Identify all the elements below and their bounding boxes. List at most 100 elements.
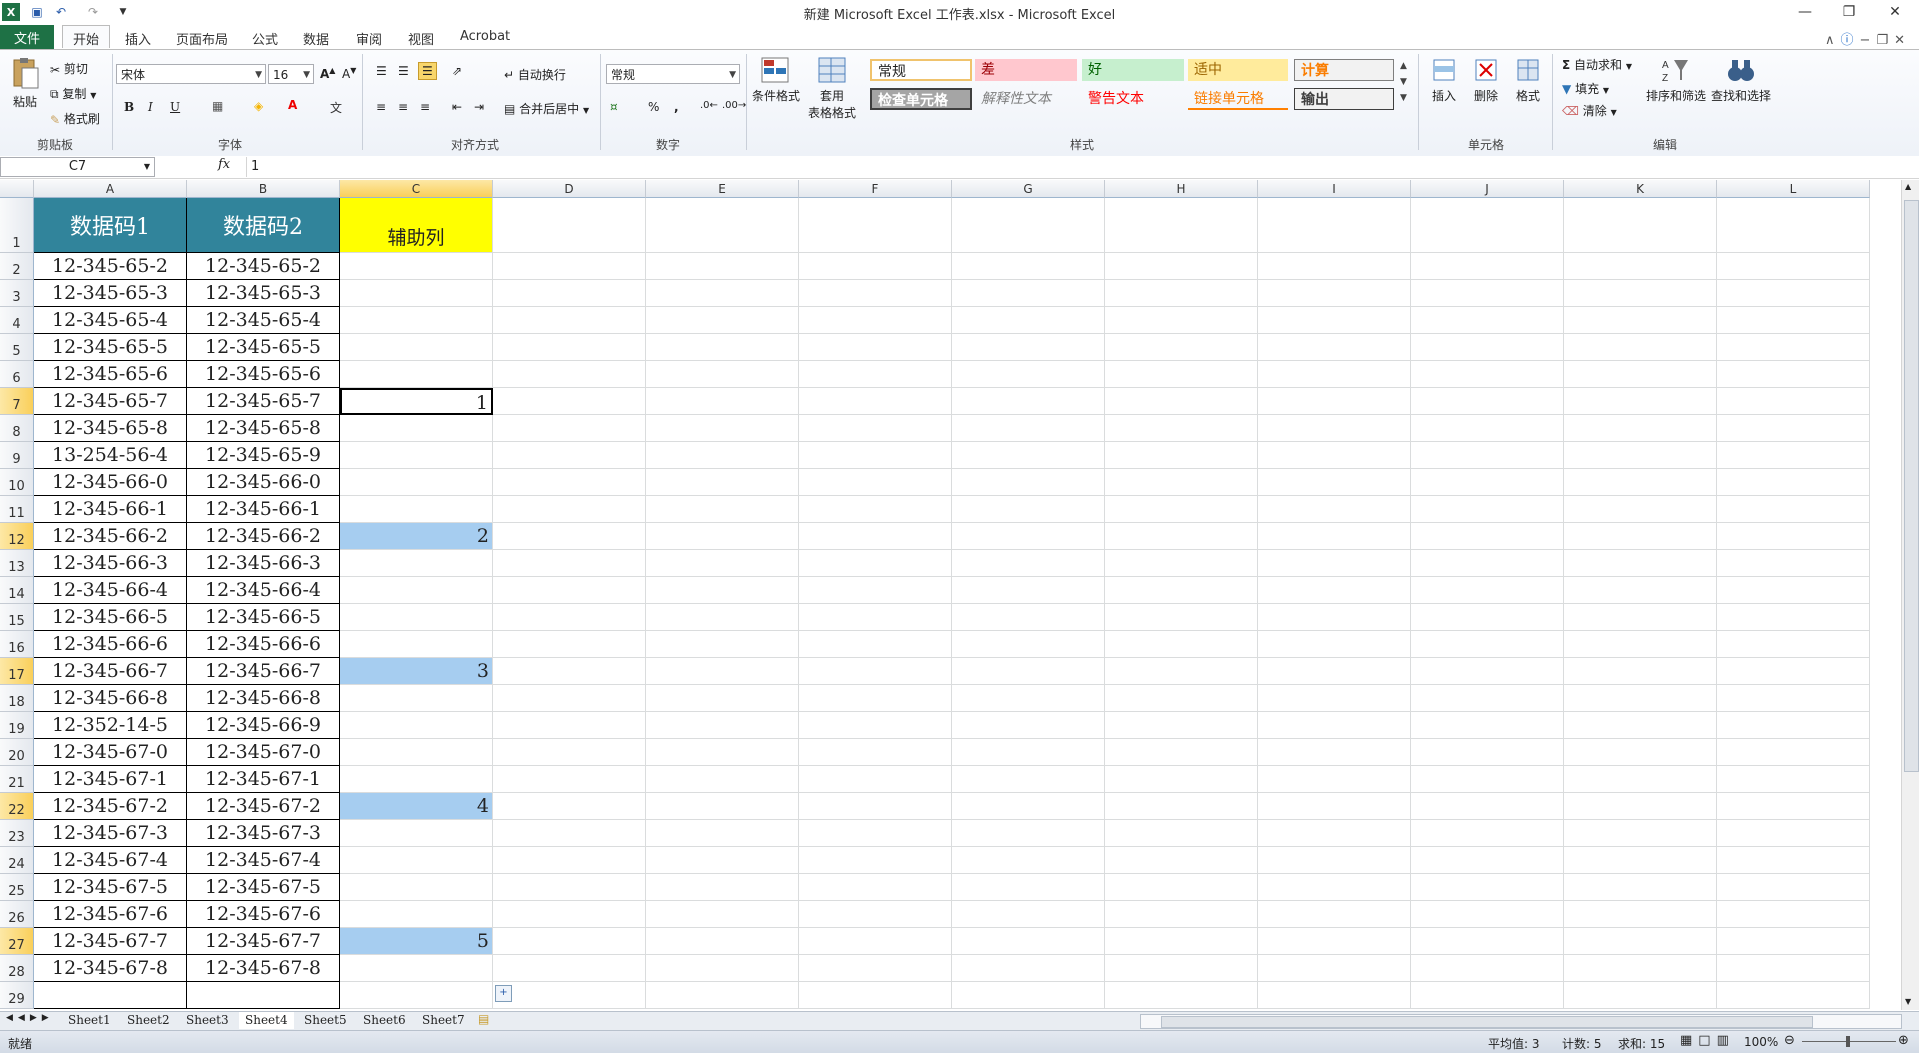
column-header-a[interactable]: A [34,180,187,198]
empty-cell[interactable] [1411,928,1564,955]
data-cell-a[interactable]: 12-345-67-5 [34,874,187,901]
empty-cell[interactable] [1258,307,1411,334]
empty-cell[interactable] [493,577,646,604]
data-cell-a[interactable]: 12-345-67-3 [34,820,187,847]
empty-cell[interactable] [493,712,646,739]
empty-cell[interactable] [799,307,952,334]
empty-cell[interactable] [1717,685,1870,712]
empty-cell[interactable] [1564,955,1717,982]
empty-cell[interactable] [952,712,1105,739]
percent-button[interactable]: % [648,100,659,114]
empty-cell[interactable] [1258,685,1411,712]
empty-cell[interactable] [1564,280,1717,307]
style-bad[interactable]: 差 [975,59,1077,81]
tab-formulas[interactable]: 公式 [252,29,278,48]
empty-cell[interactable] [799,712,952,739]
aux-cell[interactable] [340,334,493,361]
bold-button[interactable]: B [124,100,134,114]
empty-cell[interactable] [493,280,646,307]
column-header-i[interactable]: I [1258,180,1411,198]
empty-cell[interactable] [1717,361,1870,388]
empty-cell[interactable] [799,847,952,874]
tab-acrobat[interactable]: Acrobat [460,29,510,44]
empty-cell[interactable] [1564,712,1717,739]
empty-cell[interactable] [646,361,799,388]
empty-cell[interactable] [1105,766,1258,793]
empty-cell[interactable] [1717,631,1870,658]
data-cell-b[interactable]: 12-345-65-9 [187,442,340,469]
zoom-in-icon[interactable]: ⊕ [1898,1033,1909,1048]
row-header[interactable]: 27 [0,928,34,955]
row-header[interactable]: 7 [0,388,34,415]
styles-scroll-icon[interactable]: ▲ ▼ ▼ [1400,58,1407,106]
empty-cell[interactable] [1564,523,1717,550]
empty-cell[interactable] [646,901,799,928]
clear-button[interactable]: ⌫ 清除 ▼ [1562,102,1617,119]
empty-cell[interactable] [799,739,952,766]
data-cell-b[interactable]: 12-345-67-7 [187,928,340,955]
empty-cell[interactable] [952,415,1105,442]
empty-cell[interactable] [1564,442,1717,469]
empty-cell[interactable] [1258,577,1411,604]
data-cell-b[interactable]: 12-345-67-3 [187,820,340,847]
empty-cell[interactable] [1411,550,1564,577]
empty-cell[interactable] [1258,523,1411,550]
data-cell-b[interactable]: 12-345-66-8 [187,685,340,712]
data-cell-a[interactable]: 12-345-66-0 [34,469,187,496]
style-calculation[interactable]: 计算 [1294,59,1394,81]
empty-cell[interactable] [1717,928,1870,955]
empty-cell[interactable] [646,874,799,901]
empty-cell[interactable] [1564,631,1717,658]
align-right-icon[interactable]: ≡ [420,100,430,114]
empty-cell[interactable] [1411,577,1564,604]
empty-cell[interactable] [646,442,799,469]
empty-cell[interactable] [1105,253,1258,280]
normal-view-icon[interactable]: ▦ [1680,1033,1698,1048]
insert-cells-button[interactable]: 插入 [1426,56,1462,104]
empty-cell[interactable] [1411,712,1564,739]
empty-cell[interactable] [1411,955,1564,982]
help-icon[interactable]: ⓘ [1841,33,1860,48]
data-cell-a[interactable]: 12-352-14-5 [34,712,187,739]
row-header[interactable]: 19 [0,712,34,739]
style-explanatory[interactable]: 解释性文本 [975,88,1077,110]
empty-cell[interactable] [1717,658,1870,685]
data-cell-a[interactable] [34,982,187,1009]
style-good[interactable]: 好 [1082,59,1184,81]
decrease-font-button[interactable]: A▼ [342,66,356,81]
fill-button[interactable]: ▼ 填充 ▼ [1562,80,1609,97]
sort-filter-button[interactable]: AZ 排序和筛选 [1646,56,1706,104]
row-header[interactable]: 6 [0,361,34,388]
empty-cell[interactable] [493,496,646,523]
tab-home[interactable]: 开始 [62,25,110,48]
empty-cell[interactable] [1564,901,1717,928]
empty-cell[interactable] [493,550,646,577]
empty-cell[interactable] [1258,658,1411,685]
tab-review[interactable]: 审阅 [356,29,382,48]
increase-font-button[interactable]: A▲ [320,66,335,81]
empty-cell[interactable] [1717,496,1870,523]
data-cell-b[interactable]: 12-345-67-2 [187,793,340,820]
empty-cell[interactable] [952,631,1105,658]
empty-cell[interactable] [1717,712,1870,739]
empty-cell[interactable] [799,415,952,442]
empty-cell[interactable] [1258,415,1411,442]
empty-cell[interactable] [1258,874,1411,901]
empty-cell[interactable] [493,658,646,685]
empty-cell[interactable] [1564,766,1717,793]
aux-cell[interactable]: 5 [340,928,493,955]
delete-cells-button[interactable]: 删除 [1468,56,1504,104]
empty-cell[interactable] [1105,658,1258,685]
empty-cell[interactable] [646,685,799,712]
empty-cell[interactable] [1411,901,1564,928]
empty-cell[interactable] [1564,685,1717,712]
empty-cell[interactable] [1258,388,1411,415]
empty-cell[interactable] [1105,280,1258,307]
empty-cell[interactable] [799,928,952,955]
empty-cell[interactable] [952,307,1105,334]
sheet-nav-icon[interactable]: ◀◀▶▶ [6,1013,54,1023]
empty-cell[interactable] [799,253,952,280]
aux-cell[interactable] [340,982,493,1009]
empty-cell[interactable] [952,928,1105,955]
empty-cell[interactable] [799,280,952,307]
